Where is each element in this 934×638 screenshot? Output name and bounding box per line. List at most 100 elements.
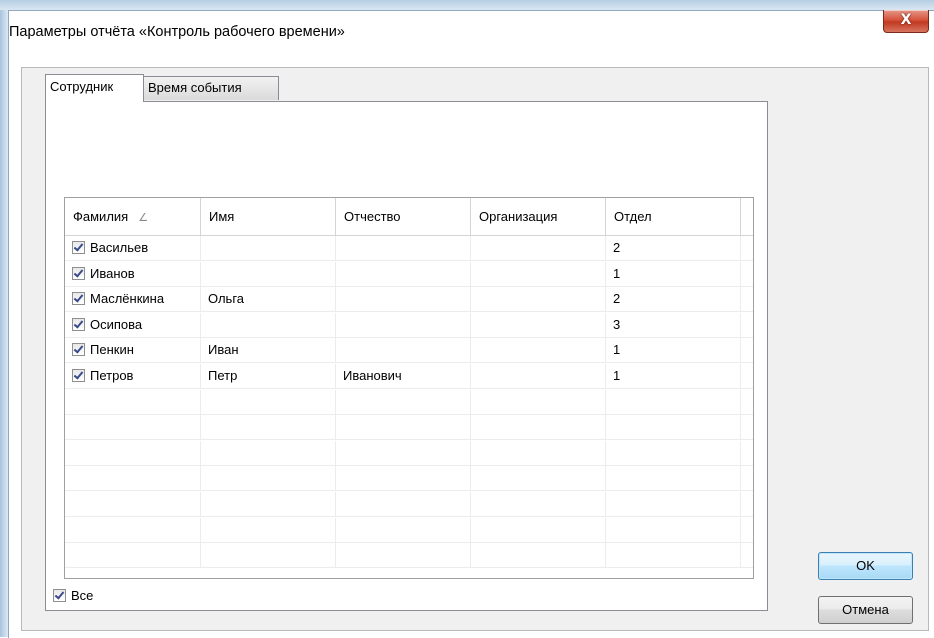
select-all-checkbox[interactable] bbox=[53, 589, 66, 603]
name-cell: Петр bbox=[201, 364, 336, 388]
surname-cell bbox=[65, 492, 201, 516]
name-cell bbox=[201, 261, 336, 286]
row-checkbox[interactable] bbox=[72, 317, 85, 331]
table-row[interactable]: Иванов 1 bbox=[65, 261, 753, 287]
tab-panel-employee: Фамилия ∠ Имя Отчество Организация Отдел … bbox=[45, 101, 768, 611]
title-bar[interactable]: Параметры отчёта «Контроль рабочего врем… bbox=[9, 10, 934, 55]
dialog-client-area: Сотрудник Время события Фамилия ∠ Имя Отч… bbox=[21, 67, 929, 631]
patronymic-cell bbox=[336, 261, 471, 286]
filler-cell bbox=[741, 313, 753, 337]
surname-cell: Иванов bbox=[65, 261, 201, 286]
name-cell bbox=[201, 440, 336, 465]
name-cell bbox=[201, 312, 336, 337]
window-frame-top bbox=[0, 0, 934, 10]
row-checkbox[interactable] bbox=[72, 343, 85, 357]
surname-cell bbox=[65, 440, 201, 465]
table-row[interactable]: Осипова 3 bbox=[65, 312, 753, 338]
department-cell bbox=[606, 543, 741, 568]
patronymic-cell bbox=[336, 543, 471, 568]
cancel-button[interactable]: Отмена bbox=[818, 596, 913, 624]
name-cell bbox=[201, 415, 336, 440]
name-cell bbox=[201, 236, 336, 260]
department-cell bbox=[606, 415, 741, 440]
table-row bbox=[65, 492, 753, 517]
department-cell: 1 bbox=[606, 338, 741, 363]
patronymic-cell bbox=[336, 492, 471, 516]
select-all-label: Все bbox=[71, 588, 94, 603]
tab-event-time[interactable]: Время события bbox=[143, 76, 279, 100]
filler-cell bbox=[741, 543, 753, 567]
department-cell: 2 bbox=[606, 236, 741, 260]
table-row[interactable]: Маслёнкина Ольга 2 bbox=[65, 287, 753, 313]
sort-ascending-icon: ∠ bbox=[138, 212, 149, 224]
department-cell bbox=[606, 466, 741, 491]
name-cell: Ольга bbox=[201, 287, 336, 312]
select-all-row[interactable]: Все bbox=[53, 588, 93, 603]
row-checkbox[interactable] bbox=[72, 266, 85, 280]
filler-cell bbox=[741, 415, 753, 439]
organization-cell bbox=[471, 261, 606, 286]
organization-cell bbox=[471, 389, 606, 414]
name-cell bbox=[201, 517, 336, 542]
column-header-patronymic[interactable]: Отчество bbox=[336, 198, 471, 235]
surname-cell bbox=[65, 543, 201, 568]
surname-text: Васильев bbox=[90, 240, 149, 255]
surname-text: Пенкин bbox=[90, 342, 134, 358]
filler-cell bbox=[741, 338, 753, 362]
close-button[interactable]: X bbox=[883, 10, 929, 33]
table-row[interactable]: Петров Петр Иванович 1 bbox=[65, 364, 753, 389]
name-cell: Иван bbox=[201, 338, 336, 363]
department-cell bbox=[606, 517, 741, 542]
ok-button[interactable]: OK bbox=[818, 552, 913, 580]
organization-cell bbox=[471, 415, 606, 440]
column-header-organization[interactable]: Организация bbox=[471, 198, 606, 235]
organization-cell bbox=[471, 312, 606, 337]
filler-cell bbox=[741, 364, 753, 388]
name-cell bbox=[201, 389, 336, 414]
name-cell bbox=[201, 543, 336, 568]
organization-cell bbox=[471, 440, 606, 465]
filler-cell bbox=[741, 492, 753, 516]
close-icon: X bbox=[900, 12, 912, 28]
department-cell: 1 bbox=[606, 364, 741, 388]
patronymic-cell bbox=[336, 287, 471, 312]
organization-cell bbox=[471, 543, 606, 568]
column-header-label: Фамилия bbox=[73, 209, 129, 224]
window-frame-left bbox=[0, 0, 8, 637]
table-row bbox=[65, 466, 753, 492]
row-checkbox[interactable] bbox=[72, 241, 85, 255]
department-cell: 2 bbox=[606, 287, 741, 312]
surname-cell bbox=[65, 415, 201, 440]
column-header-surname[interactable]: Фамилия ∠ bbox=[65, 198, 201, 235]
table-row bbox=[65, 389, 753, 415]
organization-cell bbox=[471, 338, 606, 363]
name-cell bbox=[201, 492, 336, 516]
row-checkbox[interactable] bbox=[72, 369, 85, 383]
surname-cell: Васильев bbox=[65, 236, 201, 260]
surname-text: Иванов bbox=[90, 265, 135, 281]
patronymic-cell bbox=[336, 440, 471, 465]
organization-cell bbox=[471, 287, 606, 312]
surname-cell: Пенкин bbox=[65, 338, 201, 363]
department-cell bbox=[606, 440, 741, 465]
row-checkbox[interactable] bbox=[72, 292, 85, 306]
tab-employee[interactable]: Сотрудник bbox=[45, 74, 144, 102]
patronymic-cell bbox=[336, 338, 471, 363]
surname-text: Петров bbox=[90, 368, 134, 383]
patronymic-cell bbox=[336, 517, 471, 542]
patronymic-cell bbox=[336, 415, 471, 440]
employee-grid[interactable]: Фамилия ∠ Имя Отчество Организация Отдел … bbox=[64, 197, 754, 579]
filler-cell bbox=[741, 390, 753, 414]
table-row[interactable]: Пенкин Иван 1 bbox=[65, 338, 753, 364]
surname-cell bbox=[65, 389, 201, 414]
filler-cell bbox=[741, 441, 753, 465]
column-header-name[interactable]: Имя bbox=[201, 198, 336, 235]
surname-cell bbox=[65, 517, 201, 542]
patronymic-cell: Иванович bbox=[336, 364, 471, 388]
table-row[interactable]: Васильев 2 bbox=[65, 236, 753, 261]
filler-cell bbox=[741, 518, 753, 542]
column-header-filler bbox=[741, 198, 753, 235]
grid-header: Фамилия ∠ Имя Отчество Организация Отдел bbox=[65, 198, 753, 236]
window-title: Параметры отчёта «Контроль рабочего врем… bbox=[9, 24, 345, 40]
column-header-department[interactable]: Отдел bbox=[606, 198, 741, 235]
